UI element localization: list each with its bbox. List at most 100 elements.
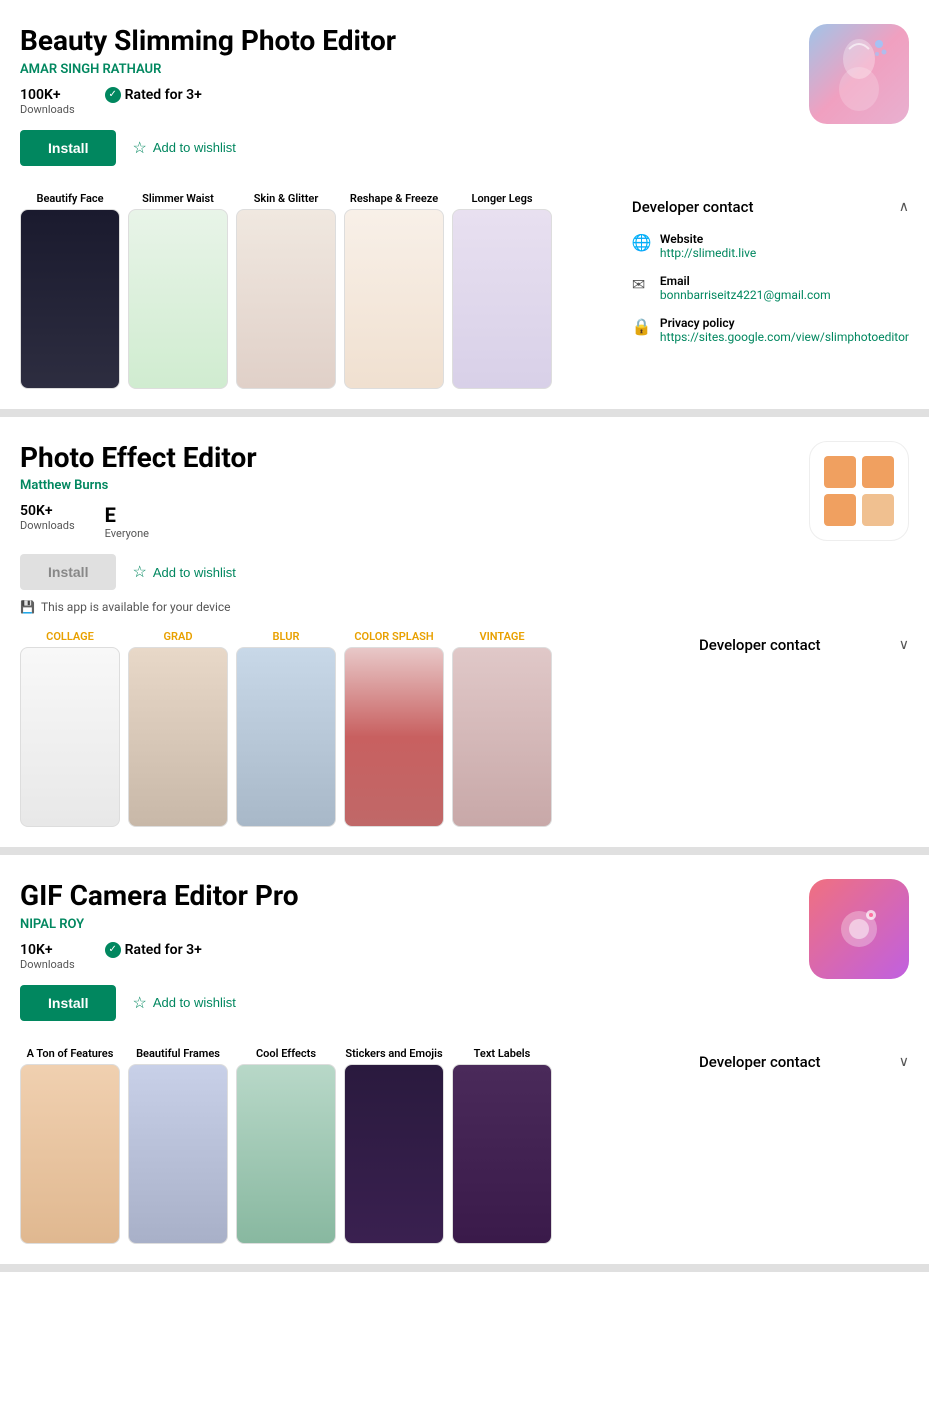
dev-contact-panel: Developer contact ∧ 🌐 Website http://sli…: [632, 192, 909, 344]
screenshots-and-contact: Beautify Face Slimmer Waist Skin & Glitt…: [20, 192, 909, 389]
check-icon: ✓: [105, 942, 121, 958]
screenshot-image: [344, 209, 444, 389]
dev-contact-panel: Developer contact ∨: [699, 1047, 909, 1077]
downloads-block: 100K+ Downloads: [20, 87, 75, 116]
chevron-icon: ∧: [899, 199, 909, 215]
screenshot-label: BLUR: [273, 630, 300, 643]
dev-contact-privacy: 🔒 Privacy policy https://sites.google.co…: [632, 316, 909, 344]
app-title-block: Photo Effect Editor Matthew Burns 50K+ D…: [20, 441, 789, 615]
screenshot-label: COLOR SPLASH: [354, 630, 433, 643]
rating-value: Rated for 3+: [125, 942, 202, 958]
website-icon: 🌐: [632, 233, 650, 251]
screenshot-image: [20, 1064, 120, 1244]
downloads-block: 50K+ Downloads: [20, 503, 75, 540]
dev-contact-value[interactable]: bonnbarriseitz4221@gmail.com: [660, 288, 831, 302]
screenshot-image: [452, 209, 552, 389]
screenshot-item: Beautiful Frames: [128, 1047, 228, 1244]
downloads-value: 50K+: [20, 503, 75, 519]
available-note: 💾 This app is available for your device: [20, 600, 789, 614]
dev-contact-title: Developer contact: [699, 636, 821, 654]
screenshot-image: [128, 647, 228, 827]
downloads-label: Downloads: [20, 519, 75, 532]
dev-contact-header[interactable]: Developer contact ∨: [699, 1047, 909, 1077]
screenshot-label: Skin & Glitter: [254, 192, 319, 205]
rating-badge: E: [105, 503, 149, 527]
app-stats: 50K+ Downloads E Everyone: [20, 503, 789, 540]
screenshot-image: [236, 647, 336, 827]
screenshot-item: COLLAGE: [20, 630, 120, 827]
screenshot-image: [344, 1064, 444, 1244]
wishlist-button[interactable]: ☆ Add to wishlist: [132, 138, 235, 158]
app-header: GIF Camera Editor Pro NIPAL ROY 10K+ Dow…: [20, 879, 909, 1031]
dev-contact-title: Developer contact: [632, 198, 754, 216]
dev-contact-value[interactable]: http://slimedit.live: [660, 246, 756, 260]
app-title: GIF Camera Editor Pro: [20, 879, 789, 913]
app-section-photo-effect: Photo Effect Editor Matthew Burns 50K+ D…: [0, 417, 929, 856]
install-button: Install: [20, 554, 116, 590]
app-stats: 100K+ Downloads ✓ Rated for 3+: [20, 87, 789, 116]
screenshot-label: COLLAGE: [46, 630, 94, 643]
available-text: This app is available for your device: [41, 600, 231, 614]
dev-contact-panel: Developer contact ∨: [699, 630, 909, 660]
wishlist-label: Add to wishlist: [153, 995, 236, 1010]
app-developer[interactable]: NIPAL ROY: [20, 917, 789, 932]
app-developer[interactable]: AMAR SINGH RATHAUR: [20, 62, 789, 77]
dev-contact-title: Developer contact: [699, 1053, 821, 1071]
screenshot-item: COLOR SPLASH: [344, 630, 444, 827]
wishlist-button[interactable]: ☆ Add to wishlist: [132, 993, 235, 1013]
install-button[interactable]: Install: [20, 985, 116, 1021]
screenshot-label: GRAD: [164, 630, 193, 643]
screenshot-item: Stickers and Emojis: [344, 1047, 444, 1244]
screenshot-label: Beautiful Frames: [136, 1047, 220, 1060]
app-section-gif-camera: GIF Camera Editor Pro NIPAL ROY 10K+ Dow…: [0, 855, 929, 1272]
screenshot-item: Reshape & Freeze: [344, 192, 444, 389]
dev-contact-info: Website http://slimedit.live: [660, 232, 756, 260]
rating-badge: ✓ Rated for 3+: [105, 87, 202, 103]
screenshot-image: [452, 647, 552, 827]
app-title: Beauty Slimming Photo Editor: [20, 24, 789, 58]
screenshot-image: [236, 1064, 336, 1244]
device-icon: 💾: [20, 600, 35, 614]
app-icon-photo-effect: [809, 441, 909, 541]
screenshots-and-contact: A Ton of Features Beautiful Frames Cool …: [20, 1047, 909, 1244]
screenshot-item: Skin & Glitter: [236, 192, 336, 389]
app-actions: Install ☆ Add to wishlist: [20, 554, 789, 590]
dev-contact-label: Website: [660, 232, 756, 246]
rating-value: Rated for 3+: [125, 87, 202, 103]
screenshot-label: A Ton of Features: [27, 1047, 114, 1060]
screenshots-row: Beautify Face Slimmer Waist Skin & Glitt…: [20, 192, 612, 389]
chevron-icon: ∨: [899, 637, 909, 653]
downloads-block: 10K+ Downloads: [20, 942, 75, 971]
dev-contact-label: Email: [660, 274, 831, 288]
screenshot-image: [128, 1064, 228, 1244]
screenshot-item: Longer Legs: [452, 192, 552, 389]
screenshot-image: [236, 209, 336, 389]
app-developer[interactable]: Matthew Burns: [20, 478, 789, 493]
screenshot-item: Text Labels: [452, 1047, 552, 1244]
screenshots-row: COLLAGE GRAD BLUR COLOR SPLASH VINTAGE: [20, 630, 679, 827]
screenshot-item: Cool Effects: [236, 1047, 336, 1244]
dev-contact-email: ✉ Email bonnbarriseitz4221@gmail.com: [632, 274, 909, 302]
rating-block: E Everyone: [105, 503, 149, 540]
dev-contact-value[interactable]: https://sites.google.com/view/slimphotoe…: [660, 330, 909, 344]
screenshot-item: GRAD: [128, 630, 228, 827]
install-button[interactable]: Install: [20, 130, 116, 166]
dev-contact-header[interactable]: Developer contact ∨: [699, 630, 909, 660]
screenshot-image: [20, 209, 120, 389]
screenshot-item: A Ton of Features: [20, 1047, 120, 1244]
app-actions: Install ☆ Add to wishlist: [20, 985, 789, 1021]
downloads-label: Downloads: [20, 103, 75, 116]
wishlist-label: Add to wishlist: [153, 140, 236, 155]
app-title: Photo Effect Editor: [20, 441, 789, 475]
screenshot-label: Stickers and Emojis: [345, 1047, 442, 1060]
screenshot-image: [344, 647, 444, 827]
rating-block: ✓ Rated for 3+: [105, 87, 202, 116]
wishlist-button[interactable]: ☆ Add to wishlist: [132, 562, 235, 582]
rating-label: Everyone: [105, 527, 149, 540]
dev-contact-header[interactable]: Developer contact ∧: [632, 192, 909, 222]
screenshot-image: [20, 647, 120, 827]
app-title-block: Beauty Slimming Photo Editor AMAR SINGH …: [20, 24, 789, 176]
dev-contact-info: Email bonnbarriseitz4221@gmail.com: [660, 274, 831, 302]
chevron-icon: ∨: [899, 1054, 909, 1070]
screenshot-label: VINTAGE: [479, 630, 524, 643]
